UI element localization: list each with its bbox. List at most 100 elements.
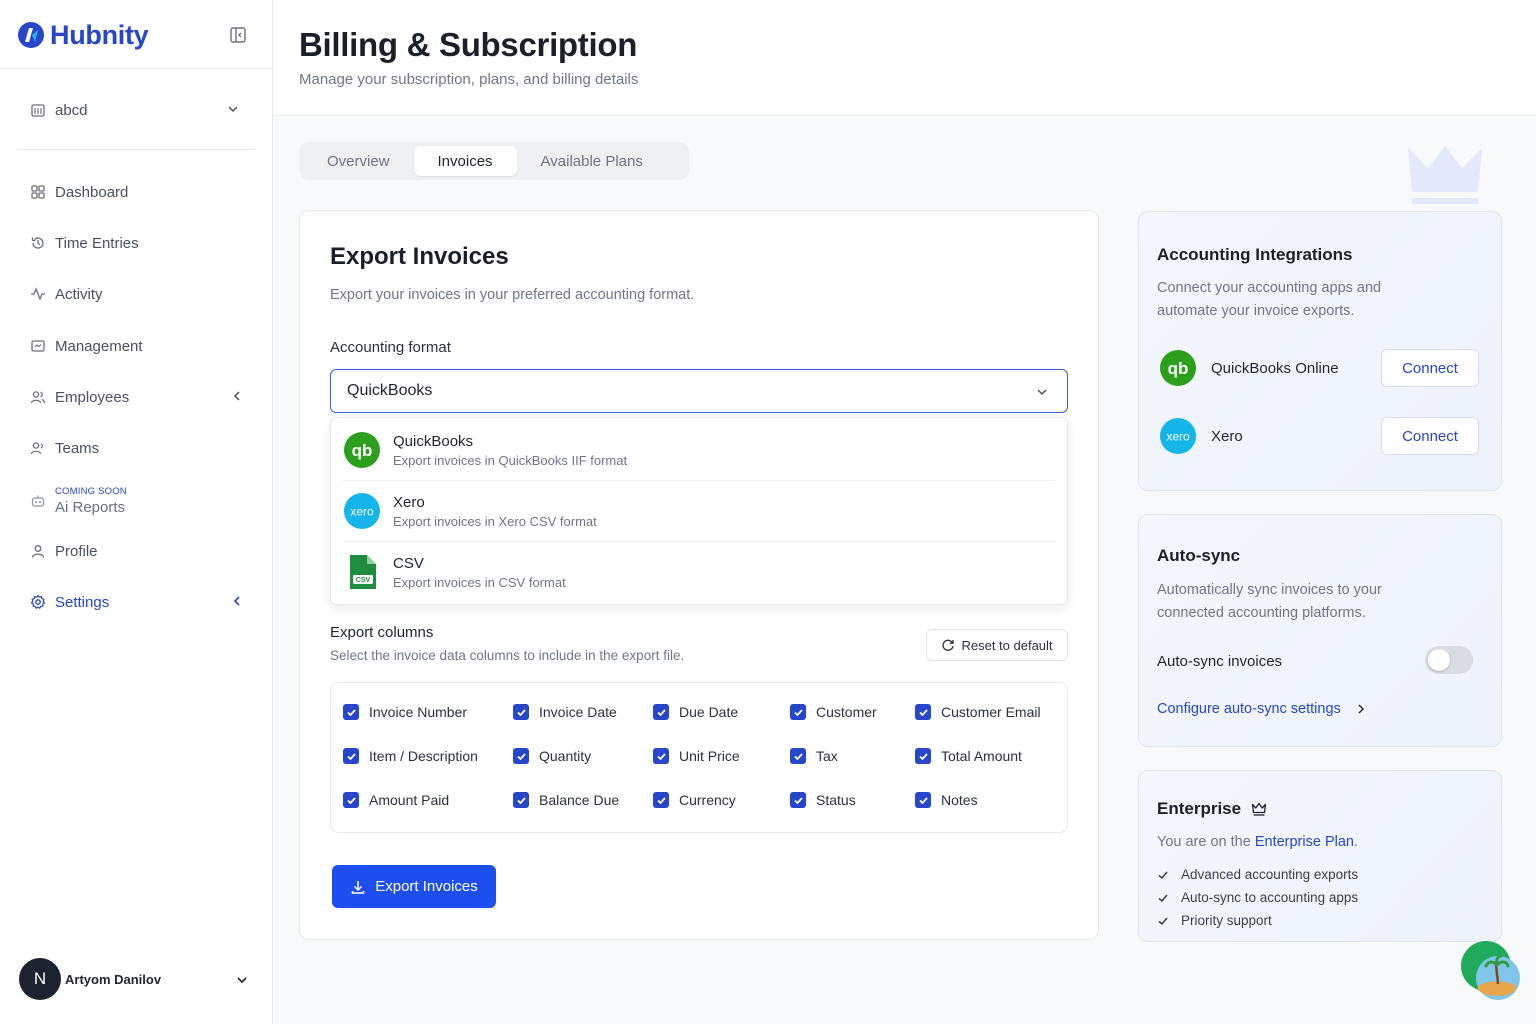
column-checkbox[interactable]: Total Amount [915,748,1022,764]
connect-quickbooks-button[interactable]: Connect [1381,349,1479,387]
quickbooks-logo-icon: qb [1160,350,1196,386]
chevron-left-icon [233,596,240,606]
brand-name: Hubnity [50,19,149,50]
option-desc: Export invoices in QuickBooks IIF format [393,452,628,468]
toggle-knob [1428,649,1450,671]
connect-xero-button[interactable]: Connect [1381,417,1479,455]
option-title: Xero [393,493,425,511]
autosync-toggle[interactable] [1425,646,1473,674]
checked-icon [790,748,806,764]
download-icon [351,880,365,894]
integration-name: Xero [1211,427,1243,445]
enterprise-plan-link[interactable]: Enterprise Plan [1255,834,1354,850]
column-label: Tax [816,748,838,764]
sidebar-item-activity[interactable]: Activity [18,274,254,314]
checked-icon [653,748,669,764]
column-label: Balance Due [539,792,620,808]
xero-logo-icon: xero [1160,418,1196,454]
svg-text:qb: qb [352,441,373,460]
check-icon [1158,917,1168,925]
feature-item: Advanced accounting exports [1157,867,1358,882]
svg-text:xero: xero [1166,430,1190,444]
column-checkbox[interactable]: Unit Price [653,748,740,764]
column-checkbox[interactable]: Status [790,792,856,808]
sidebar-item-settings[interactable]: Settings [18,582,254,622]
chat-widget-button[interactable] [1460,940,1522,1002]
integration-quickbooks: qb QuickBooks Online Connect [1159,348,1481,388]
column-label: Quantity [539,748,592,764]
grid-icon [31,185,45,199]
tab-available-plans[interactable]: Available Plans [517,146,667,176]
tab-invoices[interactable]: Invoices [413,146,517,176]
configure-autosync-link[interactable]: Configure auto-sync settings [1157,701,1367,717]
format-option-xero[interactable]: xero Xero Export invoices in Xero CSV fo… [343,481,1055,541]
option-desc: Export invoices in Xero CSV format [393,513,597,529]
building-icon [31,104,45,117]
collapse-sidebar-icon[interactable] [229,26,247,44]
crown-icon [1251,802,1267,816]
checked-icon [343,792,359,808]
column-checkbox[interactable]: Item / Description [343,748,478,764]
column-label: Unit Price [679,748,740,764]
column-checkbox[interactable]: Balance Due [513,792,619,808]
column-label: Item / Description [369,748,478,764]
column-label: Invoice Number [369,704,468,720]
column-checkbox[interactable]: Due Date [653,704,738,720]
column-checkbox[interactable]: Invoice Date [513,704,617,720]
sidebar-item-ai-reports[interactable]: COMING SOON Ai Reports [18,480,254,522]
sidebar-item-employees[interactable]: Employees [18,377,254,417]
page-subtitle: Manage your subscription, plans, and bil… [299,71,639,88]
chevron-left-icon [233,391,240,401]
chevron-down-icon [228,106,238,113]
robot-icon [31,495,45,507]
column-checkbox[interactable]: Customer [790,704,877,720]
format-option-csv[interactable]: CSV CSV Export invoices in CSV format [343,542,1055,602]
reset-to-default-button[interactable]: Reset to default [926,629,1068,661]
workspace-selector[interactable]: abcd [18,90,254,130]
checked-icon [915,792,931,808]
column-checkbox[interactable]: Notes [915,792,978,808]
column-checkbox[interactable]: Amount Paid [343,792,449,808]
checked-icon [790,792,806,808]
export-invoices-button[interactable]: Export Invoices [332,865,496,908]
checked-icon [653,704,669,720]
column-checkbox[interactable]: Invoice Number [343,704,467,720]
users-icon [30,391,46,404]
sidebar-item-profile[interactable]: Profile [18,531,254,571]
hubnity-logo-icon [18,22,44,48]
checked-icon [513,792,529,808]
divider [0,68,273,69]
sidebar-item-dashboard[interactable]: Dashboard [18,172,254,212]
sidebar-item-label: Employees [55,388,130,406]
team-icon [30,442,43,455]
sidebar-item-management[interactable]: Management [18,326,254,366]
user-menu[interactable]: N Artyom Danilov [19,958,255,1000]
export-description: Export your invoices in your preferred a… [330,287,695,303]
export-button-label: Export Invoices [375,878,478,895]
chevron-down-icon [237,977,247,984]
export-invoices-card: Export Invoices Export your invoices in … [299,210,1099,940]
autosync-desc-line2: connected accounting platforms. [1157,605,1366,621]
sidebar-item-label: Activity [55,285,103,303]
enterprise-text-suffix: . [1353,834,1358,850]
divider [18,149,255,150]
checked-icon [653,792,669,808]
xero-logo-icon: xero [344,493,380,529]
accounting-format-select[interactable]: QuickBooks [330,369,1068,413]
check-icon [1158,894,1168,902]
enterprise-text: You are on the Enterprise Plan. [1157,834,1358,850]
tab-overview[interactable]: Overview [303,146,414,176]
column-checkbox[interactable]: Tax [790,748,838,764]
column-checkbox[interactable]: Currency [653,792,736,808]
format-option-quickbooks[interactable]: qb QuickBooks Export invoices in QuickBo… [343,420,1055,480]
sidebar-item-label: Management [55,337,143,355]
integrations-desc-line2: automate your invoice exports. [1157,303,1355,319]
feature-label: Priority support [1181,913,1272,928]
brand-logo[interactable]: Hubnity [16,18,149,52]
sidebar-item-teams[interactable]: Teams [18,428,254,468]
sidebar-item-label: Ai Reports [55,499,126,516]
column-checkbox[interactable]: Customer Email [915,704,1041,720]
column-checkbox[interactable]: Quantity [513,748,591,764]
sidebar-item-time-entries[interactable]: Time Entries [18,223,254,263]
sidebar-item-label: Settings [55,593,110,611]
